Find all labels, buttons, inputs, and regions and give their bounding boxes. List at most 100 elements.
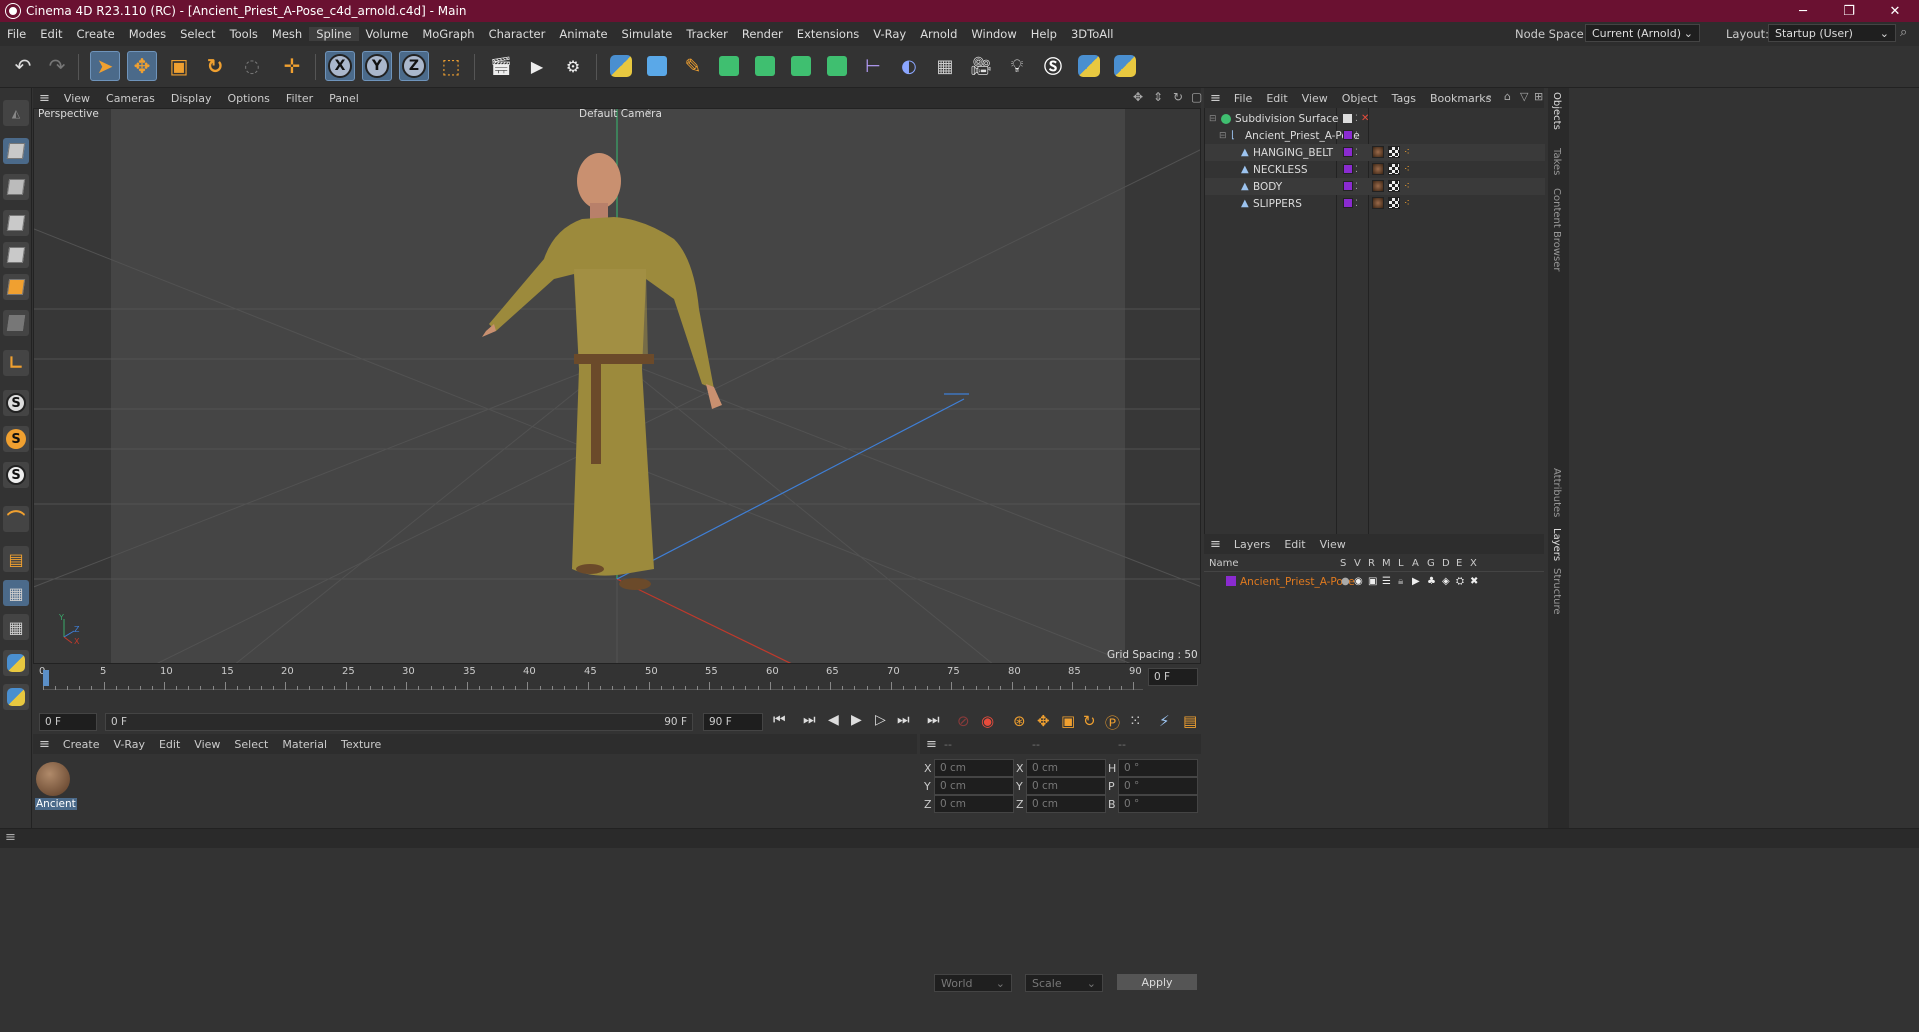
viewport-menu-view[interactable]: View <box>56 92 98 105</box>
x-axis-lock-button[interactable]: X <box>325 51 355 81</box>
scheme-icon[interactable]: ⚡︎ <box>1159 712 1170 730</box>
layer-row-ancient-priest[interactable]: Ancient_Priest_A-Pose ● ◉ ▣ ☰ 🔒︎ ▶ ♣ ◈ ⛭… <box>1204 573 1544 590</box>
tab-structure[interactable]: Structure <box>1551 568 1562 615</box>
layer-color-swatch[interactable] <box>1343 130 1353 140</box>
uv-mode-button[interactable] <box>3 310 29 336</box>
phong-tag-icon[interactable]: ⁖ <box>1404 181 1410 192</box>
max-time-field[interactable]: 90 F <box>703 713 763 731</box>
object-row-body[interactable]: ▲ BODY ⁚ ⁖ <box>1205 178 1545 195</box>
playhead[interactable] <box>43 670 49 686</box>
layer-color-swatch[interactable] <box>1343 198 1353 208</box>
menu-arnold[interactable]: Arnold <box>913 27 964 41</box>
undo-button[interactable]: ↶ <box>8 51 38 81</box>
workplane-snap-button[interactable]: S <box>3 462 29 488</box>
python-left-button-2[interactable] <box>3 684 29 710</box>
autokey-icon[interactable]: ◉ <box>981 712 994 730</box>
material-tag-icon[interactable] <box>1372 146 1384 158</box>
coordinate-system-button[interactable]: ⬚ <box>436 51 466 81</box>
tab-layers[interactable]: Layers <box>1551 528 1562 561</box>
phong-tag-icon[interactable]: ⁖ <box>1404 198 1410 209</box>
material-menu-material[interactable]: Material <box>275 738 334 751</box>
object-row-subdivision-surface[interactable]: ⊟ Subdivision Surface ⁚ ✕ <box>1205 110 1545 127</box>
search-icon[interactable]: ⌕ <box>1900 25 1907 40</box>
layer-color-swatch[interactable] <box>1343 147 1353 157</box>
material-thumbnail-ancient[interactable] <box>36 762 70 796</box>
key-pla-icon[interactable]: ⁙ <box>1129 712 1142 730</box>
minimize-button[interactable]: ─ <box>1780 0 1826 22</box>
phong-tag-icon[interactable]: ⁖ <box>1404 147 1410 158</box>
render-picture-viewer-button[interactable]: ▶ <box>522 51 552 81</box>
redo-button[interactable]: ↷ <box>42 51 72 81</box>
hamburger-icon[interactable]: ≡ <box>1204 91 1227 106</box>
menu-spline[interactable]: Spline <box>309 27 359 41</box>
menu-vray[interactable]: V-Ray <box>866 27 913 41</box>
close-button[interactable]: ✕ <box>1872 0 1918 22</box>
visibility-dots-icon[interactable]: ⁚ <box>1355 114 1358 124</box>
timeline-icon[interactable]: ▤ <box>1183 712 1197 730</box>
material-menu-select[interactable]: Select <box>227 738 275 751</box>
viewport-menu-panel[interactable]: Panel <box>321 92 367 105</box>
maximize-view-icon[interactable]: ▢ <box>1191 90 1202 104</box>
coordinate-space-dropdown[interactable]: World ⌄ <box>934 974 1012 992</box>
menu-mesh[interactable]: Mesh <box>265 27 309 41</box>
apply-button[interactable]: Apply <box>1117 974 1197 990</box>
layers-menu-view[interactable]: View <box>1313 538 1353 551</box>
layers-menu-layers[interactable]: Layers <box>1227 538 1277 551</box>
layer-color-swatch[interactable] <box>1343 181 1353 191</box>
uvw-tag-icon[interactable] <box>1388 180 1400 192</box>
texture-mode-button[interactable] <box>3 174 29 200</box>
arnold-button[interactable]: Ⓢ <box>1038 51 1068 81</box>
light-button[interactable]: 💡︎ <box>1002 51 1032 81</box>
preview-range-slider[interactable]: 0 F 90 F <box>105 713 693 731</box>
material-menu-vray[interactable]: V-Ray <box>106 738 152 751</box>
step-forward-icon[interactable]: ▷ <box>875 712 886 728</box>
search-icon[interactable]: ⌕ <box>1486 90 1492 104</box>
axis-mode-button[interactable]: ∟ <box>3 350 29 376</box>
menu-window[interactable]: Window <box>964 27 1023 41</box>
python-script-button-3[interactable] <box>1110 51 1140 81</box>
min-time-field[interactable]: 0 F <box>39 713 97 731</box>
scale-tool-button[interactable]: ▣ <box>164 51 194 81</box>
rot-h-field[interactable]: 0 ° <box>1118 759 1198 777</box>
hamburger-icon[interactable]: ≡ <box>5 830 16 845</box>
material-menu-view[interactable]: View <box>187 738 227 751</box>
tab-takes[interactable]: Takes <box>1551 148 1562 175</box>
material-menu-create[interactable]: Create <box>56 738 107 751</box>
hamburger-icon[interactable]: ≡ <box>33 737 56 752</box>
edges-mode-button[interactable] <box>3 242 29 268</box>
workplane-button[interactable]: ▤ <box>3 546 29 572</box>
deformer-icon[interactable]: ◈ <box>1442 576 1450 587</box>
hamburger-icon[interactable]: ≡ <box>1204 537 1227 552</box>
layout-dropdown[interactable]: Startup (User) ⌄ <box>1768 24 1896 42</box>
node-space-dropdown[interactable]: Current (Arnold) ⌄ <box>1585 24 1700 42</box>
y-axis-lock-button[interactable]: Y <box>362 51 392 81</box>
maximize-button[interactable]: ❐ <box>1826 0 1872 22</box>
enabled-x-icon[interactable]: ✕ <box>1361 113 1369 124</box>
key-scale-icon[interactable]: ▣ <box>1061 712 1075 730</box>
menu-select[interactable]: Select <box>173 27 222 41</box>
timeline-ruler[interactable]: 051015202530354045505560657075808590 0 F <box>33 664 1201 710</box>
manager-icon[interactable]: ☰ <box>1382 576 1391 587</box>
edit-toggle-icon[interactable] <box>1343 114 1352 123</box>
eye-icon[interactable]: ◉ <box>1354 576 1363 587</box>
z-axis-lock-button[interactable]: Z <box>399 51 429 81</box>
menu-animate[interactable]: Animate <box>552 27 614 41</box>
menu-tools[interactable]: Tools <box>223 27 265 41</box>
size-z-field[interactable]: 0 cm <box>1026 795 1106 813</box>
cube-object-button[interactable] <box>642 51 672 81</box>
key-rotation-icon[interactable]: ↻ <box>1083 712 1096 730</box>
grid-plane-button[interactable]: ▦ <box>3 580 29 606</box>
object-row-hanging-belt[interactable]: ▲ HANGING_BELT ⁚ ⁖ <box>1205 144 1545 161</box>
material-menu-edit[interactable]: Edit <box>152 738 187 751</box>
rot-b-field[interactable]: 0 ° <box>1118 795 1198 813</box>
menu-help[interactable]: Help <box>1024 27 1064 41</box>
menu-volume[interactable]: Volume <box>359 27 416 41</box>
python-left-button-1[interactable] <box>3 650 29 676</box>
tab-attributes[interactable]: Attributes <box>1551 468 1562 517</box>
python-script-button-1[interactable] <box>606 51 636 81</box>
pos-y-field[interactable]: 0 cm <box>934 777 1014 795</box>
live-selection-button[interactable]: ➤ <box>90 51 120 81</box>
collapse-icon[interactable]: ⊟ <box>1209 114 1217 124</box>
pan-view-icon[interactable]: ✥ <box>1133 90 1143 104</box>
camera-button[interactable]: 🎥︎ <box>966 51 996 81</box>
